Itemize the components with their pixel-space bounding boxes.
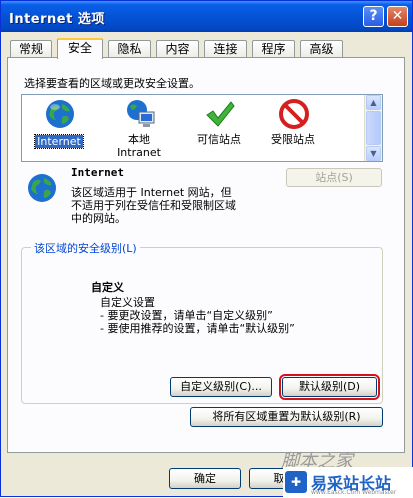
close-button[interactable]: ✕ xyxy=(387,6,408,27)
security-level-line-3: - 要使用推荐的设置，请单击“默认级别” xyxy=(100,322,295,335)
security-level-group-title: 该区域的安全级别(L) xyxy=(31,240,140,256)
zone-list[interactable]: Internet 本地 Intranet 可信站点 受限站点 ▲ ▼ xyxy=(21,94,383,162)
no-entry-icon xyxy=(279,99,309,129)
easck-logo-icon: ✚ xyxy=(285,471,307,493)
zone-label-restricted: 受限站点 xyxy=(271,133,315,146)
tab-general[interactable]: 常规 xyxy=(10,40,52,58)
help-button[interactable]: ? xyxy=(363,6,384,27)
sites-button[interactable]: 站点(S) xyxy=(286,168,382,187)
zone-description-line-3: 中的网站。 xyxy=(71,212,126,225)
watermark-url: www.Easck.Com Webmaster xyxy=(311,489,397,496)
tab-privacy[interactable]: 隐私 xyxy=(108,40,151,58)
tab-content[interactable]: 内容 xyxy=(156,40,199,58)
tab-connections[interactable]: 连接 xyxy=(204,40,247,58)
window-title: Internet 选项 xyxy=(9,12,105,27)
zone-instruction: 选择要查看的区域或更改安全设置。 xyxy=(24,77,200,90)
intranet-monitor-icon xyxy=(127,100,155,127)
scroll-thumb[interactable] xyxy=(366,111,381,145)
zone-label-intranet: 本地 Intranet xyxy=(117,133,161,159)
zone-list-scrollbar[interactable]: ▲ ▼ xyxy=(364,95,382,161)
security-level-name: 自定义 xyxy=(91,281,124,294)
selected-zone-globe-icon xyxy=(28,174,56,202)
default-level-button[interactable]: 默认级别(D) xyxy=(279,374,380,400)
tab-programs[interactable]: 程序 xyxy=(252,40,295,58)
scroll-up-arrow-icon[interactable]: ▲ xyxy=(366,95,381,110)
zone-label-trusted: 可信站点 xyxy=(197,133,241,146)
internet-options-window: Internet 选项 ? ✕ 常规 安全 隐私 内容 连接 程序 高级 选择要… xyxy=(0,0,413,498)
checkmark-icon xyxy=(206,101,235,127)
scroll-down-arrow-icon[interactable]: ▼ xyxy=(366,146,381,161)
zone-title: Internet xyxy=(71,166,124,179)
custom-level-button[interactable]: 自定义级别(C)... xyxy=(170,377,272,397)
title-bar[interactable]: Internet 选项 ? ✕ xyxy=(1,1,412,32)
watermark-easck: ✚ 易采站长站 www.Easck.Com Webmaster xyxy=(283,467,413,498)
zone-label-internet: Internet xyxy=(34,134,84,149)
reset-all-zones-button[interactable]: 将所有区域重置为默认级别(R) xyxy=(190,407,383,427)
tab-security[interactable]: 安全 xyxy=(57,38,103,59)
tab-advanced[interactable]: 高级 xyxy=(300,40,343,58)
globe-icon xyxy=(46,100,74,128)
ok-button[interactable]: 确定 xyxy=(169,468,241,489)
